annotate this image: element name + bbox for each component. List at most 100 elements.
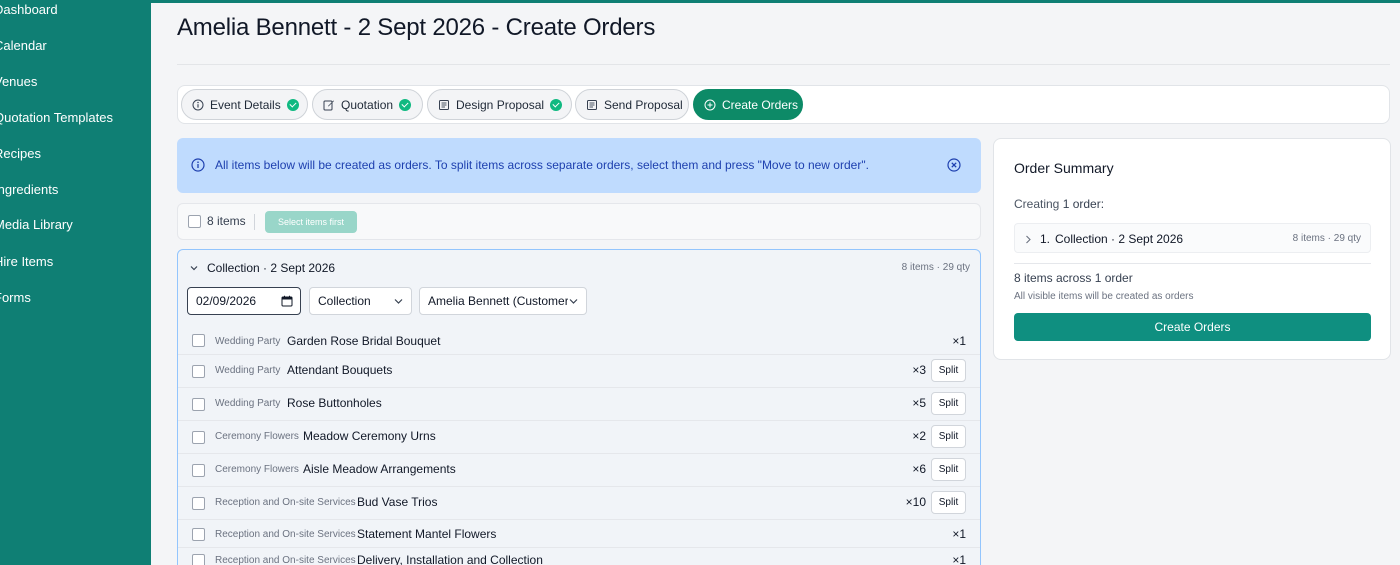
sidebar-item-hire-items[interactable]: Hire Items <box>0 250 59 274</box>
chevron-down-icon[interactable] <box>189 263 199 273</box>
item-name: Rose Buttonholes <box>287 396 382 410</box>
list-item: Wedding Party Garden Rose Bridal Bouquet… <box>178 325 980 355</box>
item-checkbox[interactable] <box>192 398 205 411</box>
tab-event-details[interactable]: Event Details <box>181 89 308 120</box>
group-title: Collection · 2 Sept 2026 <box>207 261 336 275</box>
list-item: Wedding Party Rose Buttonholes ×5 Split <box>178 388 980 421</box>
split-button[interactable]: Split <box>931 458 966 481</box>
toolbar-divider <box>254 214 255 230</box>
split-button[interactable]: Split <box>931 491 966 514</box>
group-meta: 8 items · 29 qty <box>901 262 970 273</box>
list-item: Reception and On-site Services Statement… <box>178 520 980 548</box>
order-name: Collection · 2 Sept 2026 <box>1055 232 1184 246</box>
item-category: Reception and On-site Services <box>215 555 356 565</box>
order-meta: 8 items · 29 qty <box>1292 233 1361 244</box>
edit-icon <box>323 100 334 110</box>
tab-send-proposal[interactable]: Send Proposal <box>575 89 689 120</box>
order-type-select[interactable]: Collection <box>309 287 412 315</box>
item-qty: ×3 <box>912 363 926 377</box>
chevron-down-icon <box>569 299 578 304</box>
item-name: Attendant Bouquets <box>287 363 393 377</box>
sidebar-item-venues[interactable]: Venues <box>0 70 43 94</box>
title-divider <box>177 64 1390 65</box>
order-group: Collection · 2 Sept 2026 8 items · 29 qt… <box>177 249 981 565</box>
tab-design-proposal[interactable]: Design Proposal <box>427 89 572 120</box>
item-name: Bud Vase Trios <box>357 495 438 509</box>
tab-quotation[interactable]: Quotation <box>312 89 423 120</box>
check-icon <box>286 98 299 111</box>
sidebar: Dashboard Calendar Venues Quotation Temp… <box>0 0 151 565</box>
item-qty: ×6 <box>912 462 926 476</box>
item-qty: ×1 <box>952 527 966 541</box>
item-checkbox[interactable] <box>192 554 205 565</box>
order-summary-card: Order Summary Creating 1 order: 1. Colle… <box>993 138 1391 360</box>
item-checkbox[interactable] <box>192 431 205 444</box>
sidebar-item-media-library[interactable]: Media Library <box>0 213 79 237</box>
sidebar-item-quotation-templates[interactable]: Quotation Templates <box>0 106 119 130</box>
item-category: Ceremony Flowers <box>215 431 299 442</box>
chevron-right-icon <box>1026 235 1031 244</box>
workflow-tabs: Event Details Quotation Design Proposal … <box>177 85 1390 124</box>
item-name: Aisle Meadow Arrangements <box>303 462 456 476</box>
info-icon <box>191 158 205 172</box>
item-category: Wedding Party <box>215 336 281 347</box>
summary-note: All visible items will be created as ord… <box>1014 291 1194 302</box>
item-qty: ×10 <box>905 495 926 509</box>
tab-create-orders[interactable]: Create Orders <box>693 89 803 120</box>
item-qty: ×2 <box>912 429 926 443</box>
item-checkbox[interactable] <box>192 528 205 541</box>
document-icon <box>439 99 449 110</box>
item-checkbox[interactable] <box>192 365 205 378</box>
summary-count: 8 items across 1 order <box>1014 271 1133 285</box>
item-name: Delivery, Installation and Collection <box>357 553 543 565</box>
sidebar-item-calendar[interactable]: Calendar <box>0 34 53 58</box>
sidebar-item-dashboard[interactable]: Dashboard <box>0 0 64 22</box>
item-category: Ceremony Flowers <box>215 464 299 475</box>
sidebar-item-recipes[interactable]: Recipes <box>0 142 47 166</box>
order-number: 1. <box>1040 232 1051 246</box>
sidebar-item-forms[interactable]: Forms <box>0 286 37 310</box>
item-checkbox[interactable] <box>192 334 205 347</box>
create-orders-button[interactable]: Create Orders <box>1014 313 1371 341</box>
list-item: Ceremony Flowers Aisle Meadow Arrangemen… <box>178 454 980 487</box>
split-button[interactable]: Split <box>931 392 966 415</box>
customer-select[interactable]: Amelia Bennett (Customer) <box>419 287 587 315</box>
page-title: Amelia Bennett - 2 Sept 2026 - Create Or… <box>177 14 656 41</box>
document-icon <box>587 99 597 110</box>
info-alert: All items below will be created as order… <box>177 138 981 193</box>
list-item: Reception and On-site Services Delivery,… <box>178 548 980 565</box>
item-category: Wedding Party <box>215 365 281 376</box>
plus-circle-icon <box>704 99 716 110</box>
list-item: Wedding Party Attendant Bouquets ×3 Spli… <box>178 355 980 388</box>
selection-toolbar: 8 items Select items first <box>177 203 981 240</box>
check-icon <box>550 98 563 111</box>
item-count-label: 8 items <box>207 214 246 228</box>
split-button[interactable]: Split <box>931 359 966 382</box>
item-qty: ×5 <box>912 396 926 410</box>
item-qty: ×1 <box>952 334 966 348</box>
close-circle-icon[interactable] <box>947 158 961 172</box>
summary-order-line[interactable]: 1. Collection · 2 Sept 2026 8 items · 29… <box>1014 223 1371 253</box>
item-category: Reception and On-site Services <box>215 529 356 540</box>
top-accent-bar <box>151 0 1400 3</box>
item-checkbox[interactable] <box>192 497 205 510</box>
item-category: Wedding Party <box>215 398 281 409</box>
calendar-icon[interactable] <box>281 295 293 307</box>
item-name: Garden Rose Bridal Bouquet <box>287 334 441 348</box>
select-all-checkbox[interactable] <box>188 215 201 228</box>
move-to-new-order-button[interactable]: Select items first <box>265 211 357 233</box>
item-qty: ×1 <box>952 553 966 565</box>
item-checkbox[interactable] <box>192 464 205 477</box>
list-item: Reception and On-site Services Bud Vase … <box>178 487 980 520</box>
list-item: Ceremony Flowers Meadow Ceremony Urns ×2… <box>178 421 980 454</box>
creating-label: Creating 1 order: <box>1014 197 1105 211</box>
item-name: Meadow Ceremony Urns <box>303 429 436 443</box>
item-name: Statement Mantel Flowers <box>357 527 497 541</box>
summary-title: Order Summary <box>1014 160 1114 176</box>
summary-divider <box>1014 263 1371 264</box>
split-button[interactable]: Split <box>931 425 966 448</box>
order-date-input[interactable]: 02/09/2026 <box>187 287 301 315</box>
item-category: Reception and On-site Services <box>215 497 356 508</box>
sidebar-item-ingredients[interactable]: Ingredients <box>0 178 64 202</box>
info-icon <box>192 99 204 110</box>
